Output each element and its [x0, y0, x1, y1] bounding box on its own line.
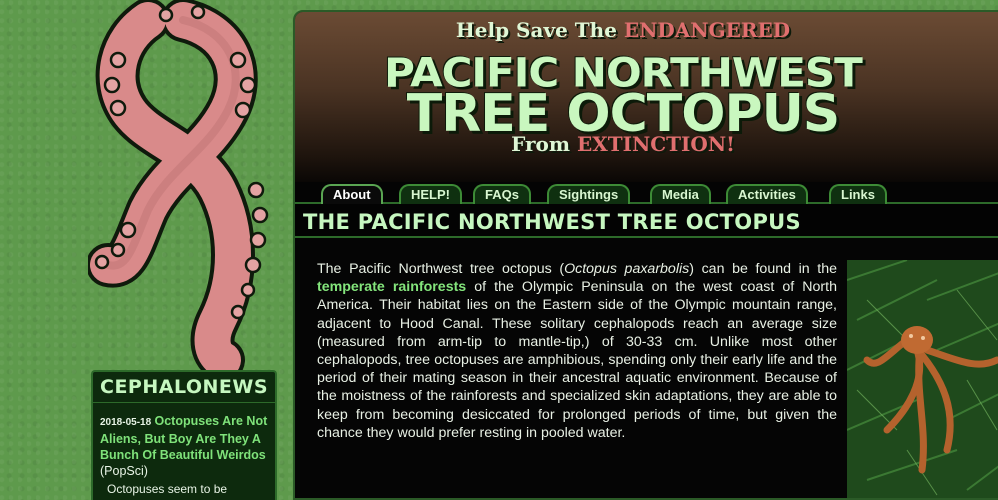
- tab-links[interactable]: Links: [829, 184, 887, 204]
- news-date: 2018-05-18: [100, 417, 152, 428]
- scientific-name: Octopus paxarbolis: [564, 261, 690, 277]
- news-excerpt: Octopuses seem to be: [107, 482, 228, 496]
- cephalonews-panel: CEPHALONEWS 2018-05-18 Octopuses Are Not…: [91, 370, 277, 500]
- body-text-2: ) can be found in the: [689, 261, 838, 277]
- page-title: THE PACIFIC NORTHWEST TREE OCTOPUS: [303, 210, 801, 234]
- tab-media[interactable]: Media: [650, 184, 711, 204]
- subtitle-text: From: [511, 132, 577, 156]
- temperate-rainforests-link[interactable]: temperate rainforests: [317, 279, 466, 295]
- banner-subtitle: From EXTINCTION!: [295, 132, 951, 156]
- tab-faqs[interactable]: FAQs: [473, 184, 531, 204]
- body-text-3: of the Olympic Peninsula on the west coa…: [317, 279, 837, 441]
- tab-about[interactable]: About: [321, 184, 383, 204]
- tagline-endangered: ENDANGERED: [623, 18, 791, 42]
- tab-sightings[interactable]: Sightings: [547, 184, 631, 204]
- main-content: Help Save The ENDANGERED PACIFIC NORTHWE…: [293, 10, 998, 500]
- news-item: 2018-05-18 Octopuses Are Not Aliens, But…: [93, 403, 275, 479]
- tree-octopus-photo: [847, 260, 998, 498]
- cephalonews-title: CEPHALONEWS: [93, 372, 275, 403]
- about-paragraph: The Pacific Northwest tree octopus (Octo…: [317, 260, 837, 442]
- tab-help[interactable]: HELP!: [399, 184, 462, 204]
- banner-tagline: Help Save The ENDANGERED: [295, 18, 951, 42]
- news-source: (PopSci): [100, 464, 148, 478]
- site-banner: Help Save The ENDANGERED PACIFIC NORTHWE…: [295, 12, 998, 182]
- nav-tabs: About HELP! FAQs Sightings Media Activit…: [295, 182, 998, 204]
- tab-activities[interactable]: Activities: [726, 184, 808, 204]
- page-heading-bar: THE PACIFIC NORTHWEST TREE OCTOPUS: [295, 204, 998, 238]
- octopus-logo: [86, 0, 278, 382]
- body-text-1: The Pacific Northwest tree octopus (: [317, 261, 565, 277]
- tagline-text: Help Save The: [455, 18, 624, 42]
- subtitle-extinction: EXTINCTION!: [576, 132, 735, 156]
